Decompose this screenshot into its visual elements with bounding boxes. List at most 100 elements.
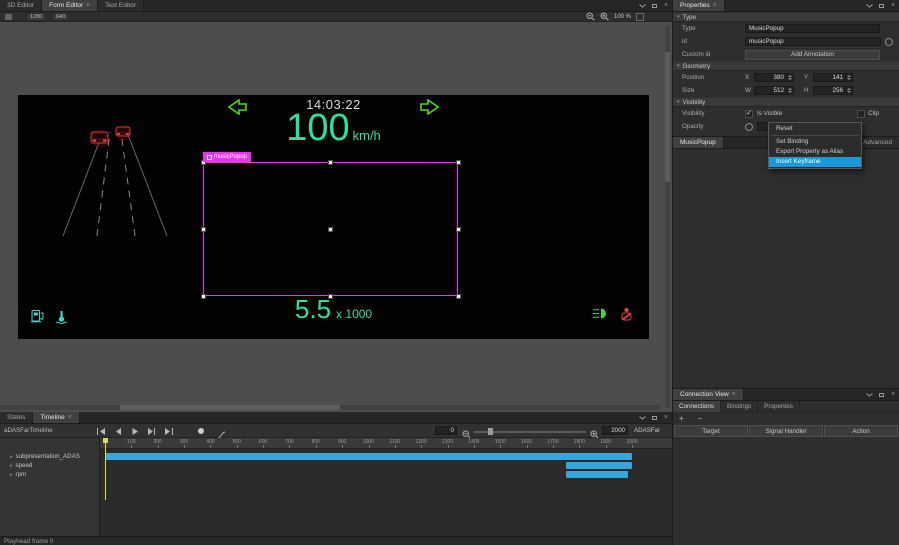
selection-handle[interactable]: [456, 160, 461, 165]
chevron-down-icon[interactable]: [636, 412, 648, 423]
spinner-arrows[interactable]: [786, 87, 793, 94]
tab-text-editor[interactable]: Text Editor: [98, 0, 144, 11]
timeline-keyframe-bar[interactable]: [566, 462, 632, 469]
slider-thumb[interactable]: [488, 428, 493, 435]
track-row-rpm[interactable]: ▸ rpm: [0, 470, 99, 479]
spinner-arrows[interactable]: [786, 74, 793, 81]
close-icon[interactable]: ×: [86, 2, 90, 9]
record-icon[interactable]: [198, 428, 204, 434]
scrollbar-thumb[interactable]: [120, 405, 340, 410]
expand-arrow-icon[interactable]: ▸: [10, 454, 13, 460]
chevron-down-icon[interactable]: [863, 0, 875, 11]
tab-connections[interactable]: Connections: [673, 401, 722, 412]
temperature-icon[interactable]: [54, 309, 69, 329]
menu-item-insert-keyframe[interactable]: Insert Keyframe: [769, 157, 861, 167]
action-column-button[interactable]: Action: [824, 425, 898, 437]
zoom-level-label[interactable]: 100 %: [614, 14, 631, 20]
canvas-vertical-scrollbar[interactable]: [665, 26, 670, 408]
breadcrumb-root[interactable]: 1280: [26, 13, 47, 21]
tab-form-editor[interactable]: Form Editor ×: [42, 0, 99, 11]
menu-item-export-property-as-alias[interactable]: Export Property as Alias: [769, 147, 861, 157]
selection-handle[interactable]: [328, 294, 333, 299]
tab-timeline[interactable]: Timeline ×: [33, 412, 80, 423]
is-visible-checkbox[interactable]: ✓: [745, 109, 753, 118]
section-header-type[interactable]: ▾ Type: [673, 12, 899, 22]
close-icon[interactable]: ×: [732, 391, 736, 398]
expand-arrow-icon[interactable]: ▸: [10, 472, 13, 478]
timeline-track-area[interactable]: 100 200 300 400 500 600 700 800 900 1000 1100 1200 1…: [100, 438, 672, 536]
cluster-dashboard-root[interactable]: 14:03:22 100 km/h musicPopup 5.5 x 1000: [18, 95, 649, 339]
clip-checkbox[interactable]: [857, 109, 866, 118]
jump-to-end-icon[interactable]: [163, 426, 174, 436]
timeline-ruler[interactable]: 100 200 300 400 500 600 700 800 900 1000 1100 1200 1…: [100, 438, 672, 449]
menu-item-set-binding[interactable]: Set Binding: [769, 137, 861, 147]
menu-item-reset[interactable]: Reset: [769, 124, 861, 134]
close-icon[interactable]: ×: [713, 2, 717, 9]
x-position-spinbox[interactable]: 380: [754, 73, 794, 82]
close-panel-icon[interactable]: ×: [660, 0, 672, 11]
selection-handle[interactable]: [456, 294, 461, 299]
fit-to-screen-icon[interactable]: [636, 13, 644, 21]
tab-musicpopup[interactable]: MusicPopup: [673, 137, 724, 148]
close-icon[interactable]: ×: [68, 414, 72, 421]
export-alias-icon[interactable]: [885, 37, 893, 46]
tab-3d-editor[interactable]: 3D Editor: [0, 0, 43, 11]
close-panel-icon[interactable]: ×: [660, 412, 672, 423]
y-position-spinbox[interactable]: 141: [813, 73, 853, 82]
chevron-down-icon[interactable]: [863, 389, 875, 400]
selection-handle[interactable]: [328, 160, 333, 165]
selection-handle[interactable]: [201, 294, 206, 299]
signal-handler-column-button[interactable]: Signal Handler: [749, 425, 823, 437]
track-lane[interactable]: [100, 470, 672, 479]
breadcrumb-item[interactable]: 640: [52, 13, 70, 21]
track-lane[interactable]: [100, 452, 672, 461]
canvas-horizontal-scrollbar[interactable]: [0, 405, 660, 410]
timeline-keyframe-bar[interactable]: [105, 453, 632, 460]
close-panel-icon[interactable]: ×: [887, 389, 899, 400]
track-row-speed[interactable]: ▸ speed: [0, 461, 99, 470]
selection-item-tag[interactable]: musicPopup: [203, 152, 252, 162]
float-window-icon[interactable]: [875, 0, 887, 11]
scrollbar-thumb[interactable]: [665, 52, 670, 182]
width-spinbox[interactable]: 512: [754, 86, 794, 95]
selection-center-handle[interactable]: [328, 227, 333, 232]
selection-handle[interactable]: [456, 227, 461, 232]
seatbelt-warning-icon[interactable]: [620, 307, 633, 326]
playhead[interactable]: [102, 438, 108, 500]
fuel-pump-icon[interactable]: [30, 308, 45, 328]
collapse-arrow-icon[interactable]: ▾: [677, 99, 680, 105]
previous-frame-icon[interactable]: [112, 426, 123, 436]
keyframe-indicator-icon[interactable]: [745, 122, 753, 131]
collapse-arrow-icon[interactable]: ▾: [677, 14, 680, 20]
float-window-icon[interactable]: [648, 412, 660, 423]
collapse-arrow-icon[interactable]: ▾: [677, 63, 680, 69]
tab-states[interactable]: States: [0, 412, 34, 423]
headlight-icon[interactable]: [592, 307, 609, 325]
adas-road-view[interactable]: [55, 118, 173, 243]
play-icon[interactable]: [129, 426, 140, 436]
component-list-icon[interactable]: [2, 12, 14, 22]
spinner-arrows[interactable]: [845, 74, 852, 81]
chevron-down-icon[interactable]: [636, 0, 648, 11]
timeline-keyframe-bar[interactable]: [566, 471, 629, 478]
playhead-cap[interactable]: [102, 438, 108, 443]
add-connection-button[interactable]: +: [675, 413, 688, 425]
spinner-arrows[interactable]: [845, 87, 852, 94]
float-window-icon[interactable]: [875, 389, 887, 400]
active-timeline-label[interactable]: ADASFar: [634, 427, 660, 434]
timeline-name-selector[interactable]: aDASFarTimeline: [4, 427, 53, 434]
tab-bindings[interactable]: Bindings: [721, 401, 759, 412]
form-editor-canvas[interactable]: 14:03:22 100 km/h musicPopup 5.5 x 1000: [0, 22, 672, 412]
add-annotation-button[interactable]: Add Annotation: [745, 49, 880, 60]
section-header-geometry[interactable]: ▾ Geometry: [673, 61, 899, 71]
float-window-icon[interactable]: [648, 0, 660, 11]
section-header-visibility[interactable]: ▾ Visibility: [673, 97, 899, 107]
current-frame-input[interactable]: 0: [435, 426, 457, 435]
track-row-subpresentation[interactable]: ▸ subpresentation_ADAS: [0, 452, 99, 461]
jump-to-start-icon[interactable]: [95, 426, 106, 436]
tab-properties[interactable]: Properties ×: [673, 0, 725, 11]
hud-rpm-display[interactable]: 5.5 x 1000: [18, 296, 649, 322]
remove-connection-button[interactable]: −: [694, 413, 707, 425]
tab-connection-view[interactable]: Connection View ×: [673, 389, 744, 400]
timeline-zoom-slider[interactable]: [474, 428, 586, 435]
